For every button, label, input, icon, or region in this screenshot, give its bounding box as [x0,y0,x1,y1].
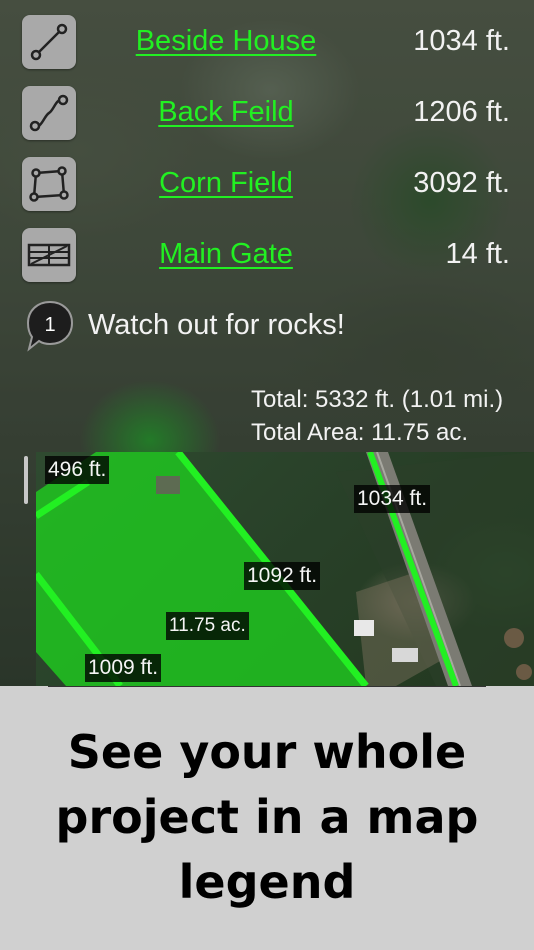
legend-item[interactable]: Beside House 1034 ft. [0,15,534,71]
legend-item-name[interactable]: Back Feild [90,96,362,129]
total-length: Total: 5332 ft. (1.01 mi.) [251,386,504,413]
scroll-indicator[interactable] [24,456,28,504]
legend-item-length: 14 ft. [445,238,511,270]
gate-tool-icon[interactable] [22,228,76,282]
line-tool-icon[interactable] [22,15,76,69]
map-label-edge: 1034 ft. [354,485,431,513]
caption-line: project in a map [55,790,479,844]
map-label-edge: 1092 ft. [244,562,321,590]
legend-item-name[interactable]: Beside House [90,25,362,58]
caption-text: See your whole project in a map legend [0,720,534,915]
legend-item-length: 3092 ft. [413,167,510,199]
caption-line: legend [178,855,356,909]
curve-tool-icon[interactable] [22,86,76,140]
caption-line: See your whole [67,725,467,779]
map-label-area: 11.75 ac. [166,612,249,640]
note-icon[interactable]: 1 [26,300,74,352]
legend-totals: Total: 5332 ft. (1.01 mi.) Total Area: 1… [251,383,503,449]
note-text[interactable]: Watch out for rocks! [88,309,345,342]
legend-item[interactable]: Corn Field 3092 ft. [0,157,534,213]
caption-panel: See your whole project in a map legend [0,686,534,950]
legend-item-name[interactable]: Main Gate [90,238,362,271]
legend-item[interactable]: Back Feild 1206 ft. [0,86,534,142]
map-label-edge: 1009 ft. [85,654,162,682]
total-area: Total Area: 11.75 ac. [251,419,469,446]
legend-item-name[interactable]: Corn Field [90,167,362,200]
legend-item-length: 1206 ft. [413,96,510,128]
legend-item[interactable]: Main Gate 14 ft. [0,228,534,284]
note-badge-number: 1 [44,314,55,336]
divider [48,686,486,687]
legend-item-length: 1034 ft. [413,25,510,57]
area-tool-icon[interactable] [22,157,76,211]
map-label-edge: 496 ft. [45,456,110,484]
